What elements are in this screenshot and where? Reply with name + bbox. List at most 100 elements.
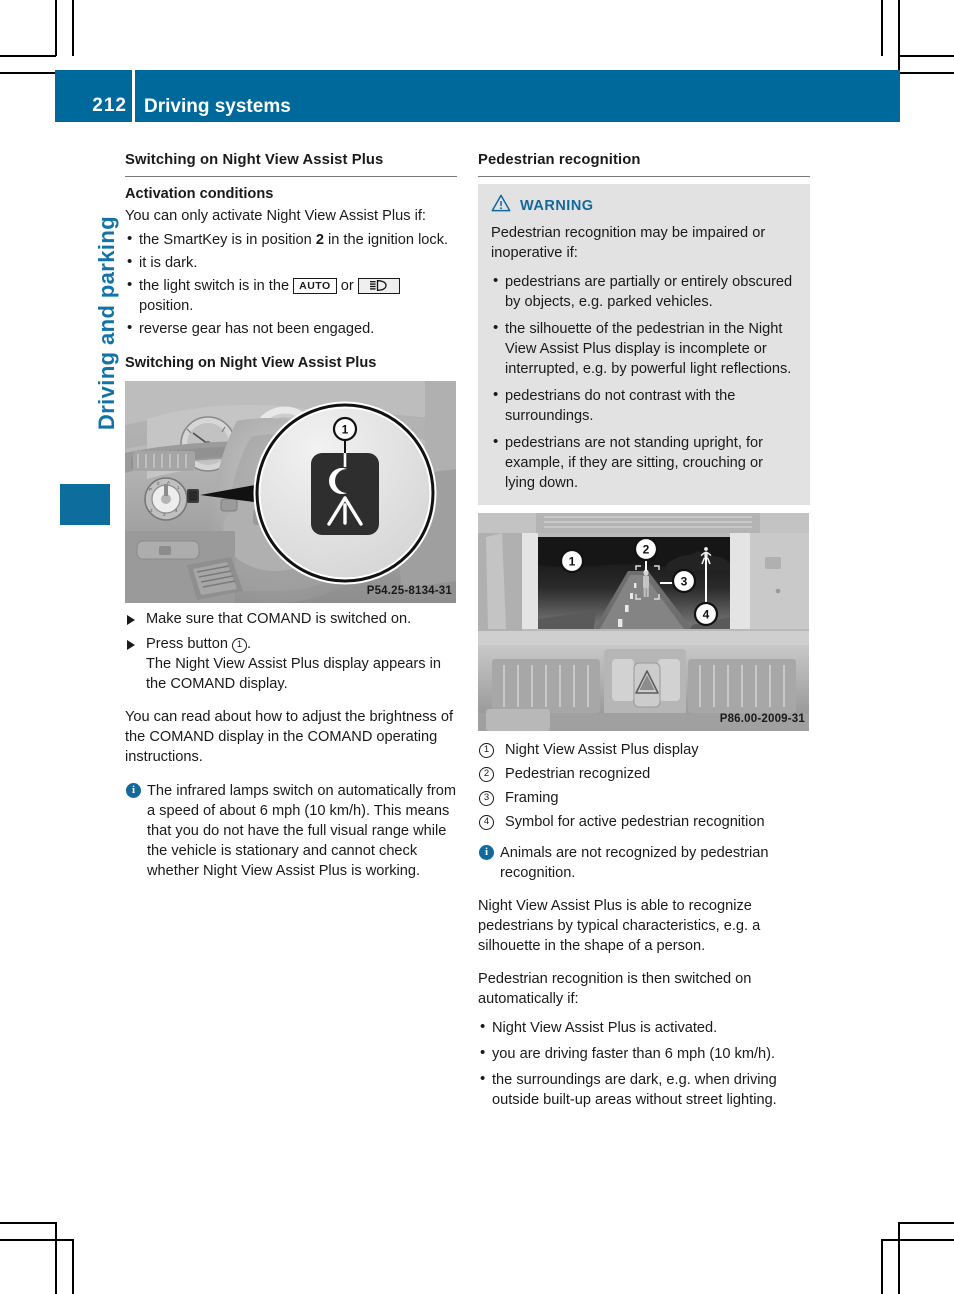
step-1-text: Make sure that COMAND is switched on. (146, 611, 412, 627)
condition-1-pre: the SmartKey is in position (139, 232, 316, 248)
crop-mark-top-left-h1 (0, 55, 56, 57)
list-item: Night View Assist Plus is activated. (478, 1017, 810, 1038)
legend-num-3: 3 (479, 791, 494, 806)
comand-brightness-paragraph: You can read about how to adjust the bri… (125, 709, 454, 765)
auto-bullet-2: you are driving faster than 6 mph (10 km… (492, 1046, 776, 1062)
condition-3-pre: the light switch is in the (139, 278, 294, 294)
figure-legend-list: 1 Night View Assist Plus display 2 Pedes… (478, 740, 810, 832)
list-item: the SmartKey is in position 2 in the ign… (125, 229, 457, 250)
recognition-paragraph-1: Night View Assist Plus is able to recogn… (478, 898, 761, 954)
figure-code: P86.00-2009-31 (719, 713, 805, 725)
crop-mark-bottom-left-v2 (72, 1239, 74, 1294)
list-item: it is dark. (125, 252, 457, 273)
legend-num-2: 2 (479, 767, 494, 782)
condition-3-mid: or (336, 278, 358, 294)
legend-text-2: Pedestrian recognized (505, 766, 651, 782)
warning-bullet-list: pedestrians are partially or entirely ob… (491, 271, 797, 493)
activation-conditions-intro: You can only activate Night View Assist … (125, 208, 426, 224)
crop-mark-top-left-v2 (72, 0, 74, 56)
figure-dashboard-graphic: P0 A1 234 1 (125, 381, 456, 603)
warning-triangle-icon (491, 194, 511, 218)
side-tab-marker (60, 484, 110, 525)
crop-mark-bottom-left-v1 (55, 1222, 57, 1294)
warning-intro: Pedestrian recognition may be impaired o… (491, 225, 766, 261)
list-item: pedestrians are partially or entirely ob… (491, 271, 797, 312)
warning-header: WARNING (491, 194, 797, 218)
list-item: reverse gear has not been engaged. (125, 318, 457, 339)
svg-text:A: A (167, 480, 170, 485)
figure2-callout-3: 3 (681, 575, 688, 589)
legend-text-3: Framing (505, 790, 559, 806)
list-item: 1 Night View Assist Plus display (478, 740, 810, 760)
list-item: the light switch is in the AUTO or posit… (125, 275, 457, 316)
step-2-text: Press button (146, 636, 232, 652)
warning-bullet-1: pedestrians are partially or entirely ob… (505, 274, 793, 310)
switching-on-title: Switching on Night View Assist Plus (125, 355, 377, 371)
list-item: 2 Pedestrian recognized (478, 764, 810, 784)
legend-num-4: 4 (479, 815, 494, 830)
infrared-lamps-note-text: The infrared lamps switch on automatical… (147, 783, 457, 879)
crop-mark-bottom-right-h1 (898, 1222, 954, 1224)
left-section-title: Switching on Night View Assist Plus (125, 150, 457, 177)
page-number: 212 (92, 95, 127, 116)
crop-mark-bottom-right-v2 (881, 1239, 883, 1294)
crop-mark-bottom-left-h2 (0, 1239, 73, 1241)
left-column: Switching on Night View Assist Plus Acti… (125, 150, 457, 881)
crop-mark-bottom-left-h1 (0, 1222, 56, 1224)
activation-conditions-title: Activation conditions (125, 186, 274, 202)
chapter-title: Driving systems (144, 96, 291, 117)
warning-bullet-4: pedestrians are not standing upright, fo… (505, 435, 763, 491)
crop-mark-top-left-v1 (55, 0, 57, 56)
figure-code: P54.25-8134-31 (366, 585, 452, 597)
svg-text:P: P (149, 487, 152, 492)
step-2-callout-ref: 1 (232, 638, 247, 653)
condition-1-bold: 2 (315, 232, 324, 248)
list-item: pedestrians do not contrast with the sur… (491, 385, 797, 426)
right-section-title: Pedestrian recognition (478, 150, 810, 177)
figure-night-view-display: 1 2 3 4 P86.00-2009-31 (478, 513, 809, 731)
condition-2-text: it is dark. (139, 255, 198, 271)
infrared-lamps-note: i The infrared lamps switch on automatic… (125, 781, 457, 881)
warning-bullet-3: pedestrians do not contrast with the sur… (505, 388, 736, 424)
page-header: 212 Driving systems (55, 70, 900, 122)
list-item: Make sure that COMAND is switched on. (125, 609, 457, 629)
condition-4-text: reverse gear has not been engaged. (139, 321, 375, 337)
animals-note-text: Animals are not recognized by pedestrian… (500, 845, 769, 881)
step-2-result: The Night View Assist Plus display appea… (146, 656, 441, 692)
list-item: the surroundings are dark, e.g. when dri… (478, 1069, 810, 1110)
condition-3-post: position. (139, 298, 194, 314)
crop-mark-bottom-right-h2 (881, 1239, 954, 1241)
info-icon: i (479, 845, 494, 860)
crop-mark-top-right-v1 (881, 0, 883, 56)
right-column: Pedestrian recognition WARNING Pedestria… (478, 150, 810, 1113)
step-2-text-post: . (247, 636, 252, 652)
legend-text-1: Night View Assist Plus display (505, 742, 699, 758)
header-divider (132, 70, 135, 122)
legend-text-4: Symbol for active pedestrian recognition (505, 814, 765, 830)
info-icon: i (126, 783, 141, 798)
low-beam-icon (357, 278, 400, 294)
warning-label: WARNING (520, 198, 594, 214)
condition-1-post: in the ignition lock. (323, 232, 449, 248)
side-tab-label: Driving and parking (94, 215, 119, 431)
list-item: pedestrians are not standing upright, fo… (491, 432, 797, 493)
crop-mark-bottom-right-v1 (898, 1222, 900, 1294)
warning-box: WARNING Pedestrian recognition may be im… (478, 184, 810, 505)
crop-mark-top-right-h1 (898, 55, 954, 57)
switching-on-steps: Make sure that COMAND is switched on. Pr… (125, 609, 457, 694)
auto-bullet-3: the surroundings are dark, e.g. when dri… (492, 1072, 777, 1108)
figure2-callout-1: 1 (569, 555, 576, 569)
list-item: you are driving faster than 6 mph (10 km… (478, 1043, 810, 1064)
list-item: 3 Framing (478, 788, 810, 808)
animals-note: i Animals are not recognized by pedestri… (478, 843, 810, 883)
legend-num-1: 1 (479, 743, 494, 758)
recognition-paragraph-2: Pedestrian recognition is then switched … (478, 971, 752, 1007)
list-item: the silhouette of the pedestrian in the … (491, 318, 797, 379)
list-item: Press button 1. The Night View Assist Pl… (125, 634, 457, 694)
figure2-callout-4: 4 (703, 608, 710, 622)
figure-night-view-graphic: 1 2 3 4 (478, 513, 809, 731)
figure-callout-1: 1 (342, 423, 349, 437)
auto-switch-on-list: Night View Assist Plus is activated. you… (478, 1017, 810, 1110)
auto-bullet-1: Night View Assist Plus is activated. (492, 1020, 718, 1036)
warning-bullet-2: the silhouette of the pedestrian in the … (505, 321, 792, 377)
